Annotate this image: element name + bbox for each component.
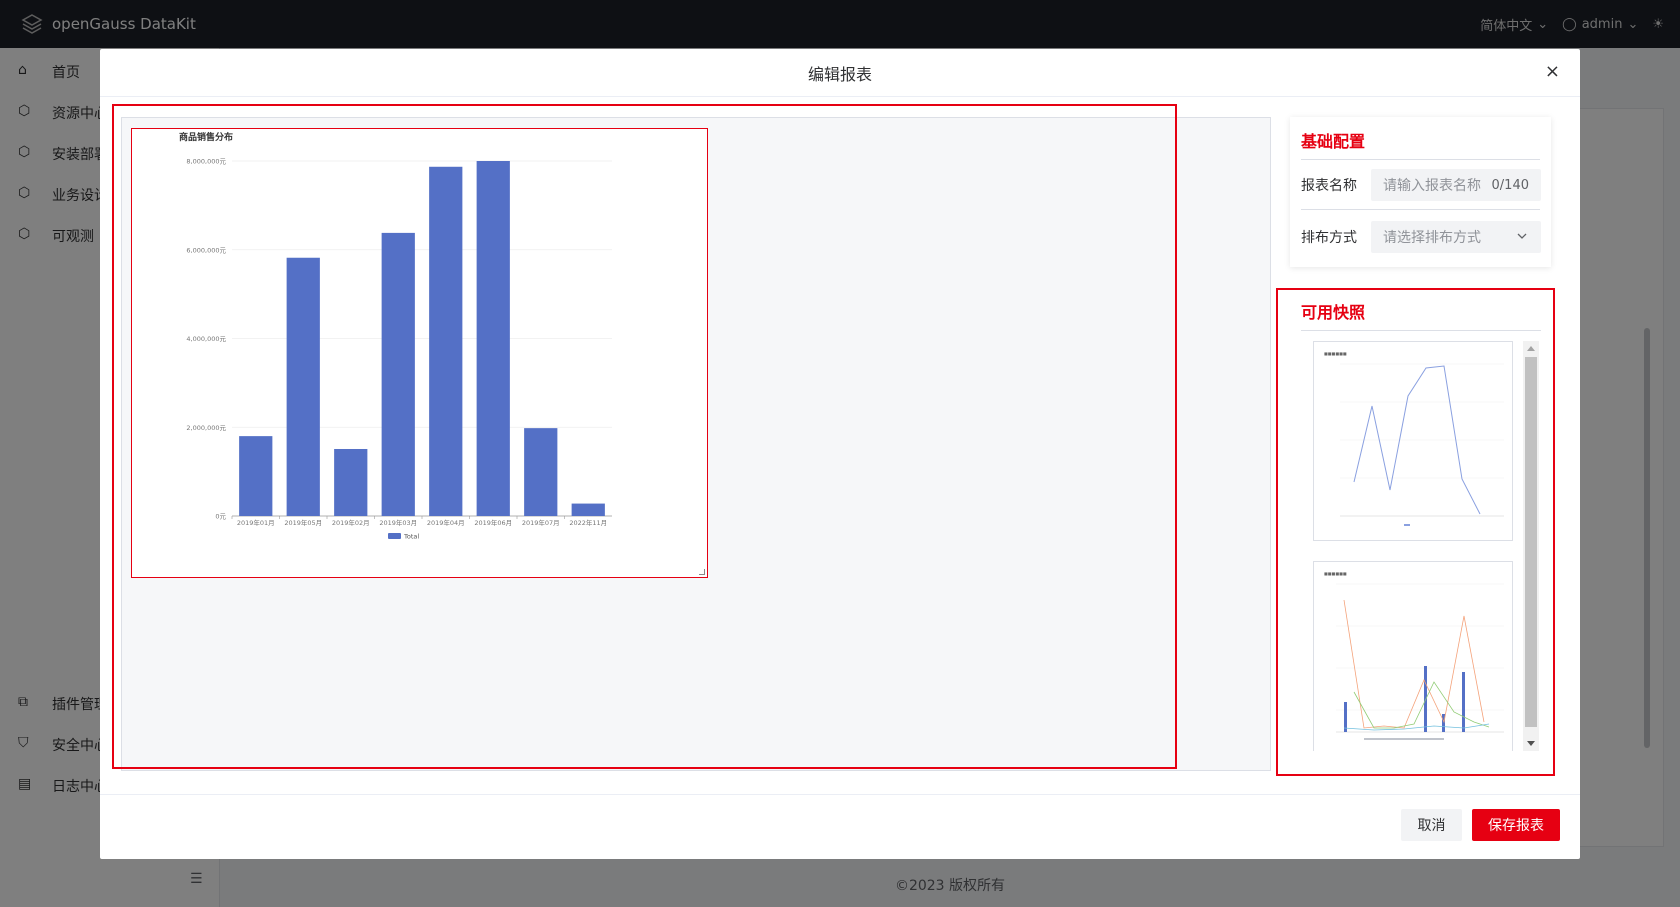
legend-label: Total [403, 533, 419, 541]
cancel-button[interactable]: 取消 [1401, 809, 1462, 841]
save-report-button[interactable]: 保存报表 [1472, 809, 1560, 841]
snapshot-mixed-thumbnail: ■■■■■■ [1324, 571, 1504, 740]
snapshot-line-thumbnail: ■■■■■■ [1324, 351, 1504, 526]
report-name-placeholder: 请输入报表名称 [1383, 178, 1481, 194]
scroll-thumb[interactable] [1525, 357, 1537, 727]
bar [286, 257, 320, 516]
x-tick-label: 2019年04月 [427, 518, 465, 527]
basic-config-panel: 基础配置 报表名称 请输入报表名称 0/140 排布方式 请选择排布方式 [1290, 117, 1551, 267]
x-tick-label: 2019年02月 [332, 518, 370, 527]
resize-handle[interactable] [699, 569, 705, 575]
bar [429, 166, 463, 517]
bar [476, 161, 510, 516]
snapshot-mixed-chart[interactable]: ■■■■■■ [1313, 561, 1513, 751]
report-name-input[interactable]: 请输入报表名称 0/140 [1371, 169, 1541, 201]
bar [239, 436, 273, 516]
svg-text:■■■■■■: ■■■■■■ [1324, 351, 1347, 356]
edit-report-dialog: 编辑报表 × 商品销售分布 0元 2,000,000元 4,000,000元 6,000… [100, 49, 1580, 859]
snapshot-list[interactable]: ■■■■■■ ■■■■■■ [1301, 341, 1541, 751]
y-tick-label: 0元 [215, 513, 226, 521]
layout-placeholder: 请选择排布方式 [1383, 230, 1481, 246]
y-tick-label: 6,000,000元 [186, 246, 226, 254]
close-icon[interactable]: × [1545, 62, 1560, 82]
y-tick-label: 4,000,000元 [186, 335, 226, 343]
snapshot-scrollbar[interactable] [1523, 341, 1539, 751]
x-tick-label: 2019年07月 [522, 518, 560, 527]
report-name-label: 报表名称 [1301, 178, 1357, 194]
y-tick-label: 8,000,000元 [186, 158, 226, 166]
bar [571, 503, 605, 516]
x-tick-label: 2019年03月 [379, 518, 417, 527]
chart-title: 商品销售分布 [179, 131, 233, 143]
chevron-down-icon [1517, 233, 1527, 239]
char-counter: 0/140 [1491, 177, 1529, 193]
dialog-title: 编辑报表 [807, 64, 872, 84]
y-tick-label: 2,000,000元 [186, 424, 226, 432]
x-tick-label: 2022年11月 [569, 518, 607, 527]
divider [1301, 209, 1540, 210]
snapshot-section-title: 可用快照 [1301, 303, 1366, 322]
layout-label: 排布方式 [1301, 230, 1357, 246]
snapshot-line-chart[interactable]: ■■■■■■ [1313, 341, 1513, 541]
bar-chart: 商品销售分布 0元 2,000,000元 4,000,000元 6,000,000元 8,… [179, 131, 612, 541]
x-tick-label: 2019年06月 [474, 518, 512, 527]
layout-select[interactable]: 请选择排布方式 [1371, 221, 1541, 253]
divider [1301, 159, 1540, 160]
scroll-up-icon[interactable] [1527, 346, 1535, 351]
divider [1301, 330, 1541, 331]
config-section-title: 基础配置 [1301, 132, 1366, 151]
legend-swatch [388, 533, 401, 539]
chart-widget[interactable]: 商品销售分布 0元 2,000,000元 4,000,000元 6,000,000元 8,… [131, 128, 708, 578]
x-tick-label: 2019年01月 [237, 518, 275, 527]
footer-divider [100, 794, 1580, 795]
svg-text:■■■■■■: ■■■■■■ [1324, 571, 1347, 576]
scroll-down-icon[interactable] [1527, 741, 1535, 746]
bar [334, 448, 368, 516]
x-tick-label: 2019年05月 [284, 518, 322, 527]
dialog-header: 编辑报表 × [100, 49, 1580, 97]
bar [524, 428, 558, 516]
bar [381, 232, 415, 516]
